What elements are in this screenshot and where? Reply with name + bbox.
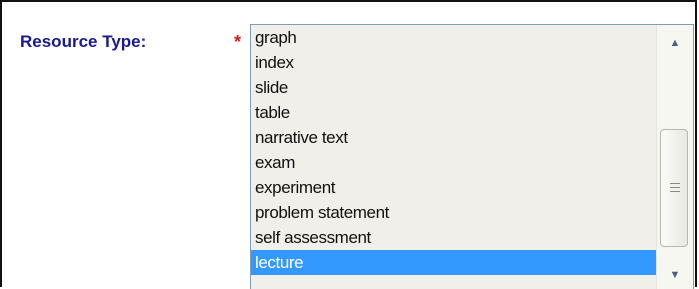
list-item[interactable]: narrative text (251, 125, 657, 150)
list-item[interactable]: problem statement (251, 200, 657, 225)
chevron-up-icon[interactable]: ▲ (657, 29, 693, 57)
scrollbar-thumb[interactable] (660, 129, 688, 247)
list-item[interactable]: self assessment (251, 225, 657, 250)
list-item[interactable]: graph (251, 25, 657, 50)
resource-type-listbox[interactable]: graph index slide table narrative text e… (250, 24, 694, 289)
chevron-down-icon[interactable]: ▼ (657, 261, 693, 289)
required-asterisk: * (234, 32, 242, 52)
list-item[interactable]: exam (251, 150, 657, 175)
list-item[interactable]: table (251, 100, 657, 125)
grip-icon (670, 183, 680, 192)
form-frame: Resource Type: * graph index slide table… (0, 0, 697, 289)
list-item[interactable]: slide (251, 75, 657, 100)
listbox-options: graph index slide table narrative text e… (251, 25, 657, 275)
vertical-scrollbar[interactable]: ▲ ▼ (656, 25, 693, 289)
list-item-selected[interactable]: lecture (251, 250, 657, 275)
list-item[interactable]: index (251, 50, 657, 75)
resource-type-label: Resource Type: (20, 32, 147, 51)
list-item[interactable]: experiment (251, 175, 657, 200)
